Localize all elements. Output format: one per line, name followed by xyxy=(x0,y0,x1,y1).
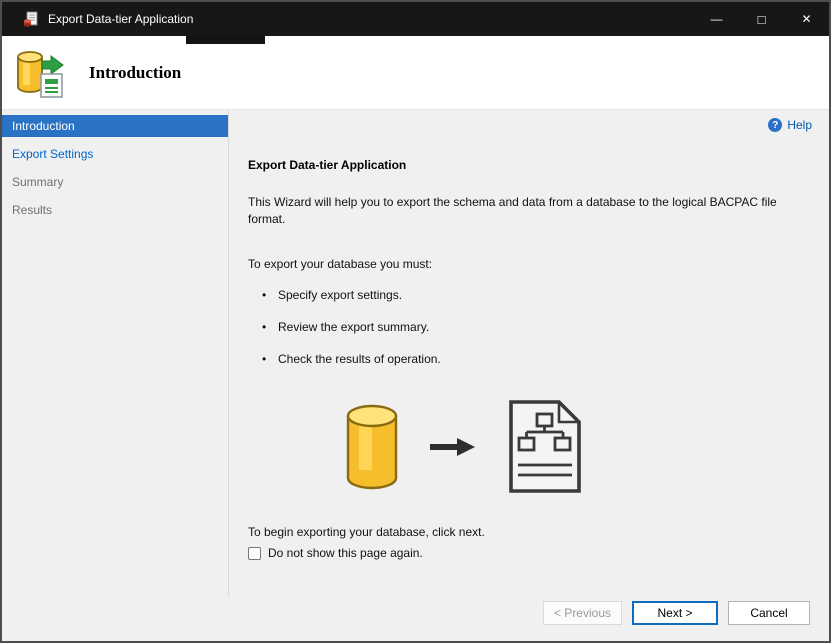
sidebar-item-introduction[interactable]: Introduction xyxy=(2,115,228,137)
next-button[interactable]: Next > xyxy=(632,601,718,625)
page-content: Export Data-tier Application This Wizard… xyxy=(229,110,829,560)
wizard-footer: < Previous Next > Cancel xyxy=(2,596,829,641)
export-illustration xyxy=(345,398,809,495)
dont-show-row: Do not show this page again. xyxy=(248,546,809,560)
export-dac-wizard-icon xyxy=(17,50,64,98)
help-icon: ? xyxy=(768,118,783,132)
cancel-button[interactable]: Cancel xyxy=(728,601,810,625)
requirements-list: Specify export settings. Review the expo… xyxy=(248,288,809,366)
wizard-window: Export Data-tier Application — □ ✕ Intro… xyxy=(0,0,831,643)
page-title: Introduction xyxy=(89,62,182,82)
dont-show-checkbox[interactable] xyxy=(248,546,261,560)
wizard-header: Introduction xyxy=(2,36,829,110)
dont-show-label: Do not show this page again. xyxy=(268,546,423,560)
window-title: Export Data-tier Application xyxy=(48,12,194,26)
list-item: Specify export settings. xyxy=(262,288,809,302)
help-label: Help xyxy=(787,118,812,132)
wizard-main-panel: ? Help Export Data-tier Application This… xyxy=(229,110,829,596)
sidebar-item-summary: Summary xyxy=(12,175,64,189)
minimize-button[interactable]: — xyxy=(694,2,739,36)
close-button[interactable]: ✕ xyxy=(784,2,829,36)
help-link[interactable]: ? Help xyxy=(768,118,812,132)
dark-strip-artifact xyxy=(186,36,265,44)
intro-paragraph: This Wizard will help you to export the … xyxy=(248,195,777,226)
arrow-right-icon xyxy=(430,437,475,456)
requirements-label: To export your database you must: xyxy=(248,257,433,271)
maximize-button[interactable]: □ xyxy=(739,2,784,36)
wizard-body: Introduction Export Settings Summary Res… xyxy=(2,110,829,596)
begin-text: To begin exporting your database, click … xyxy=(248,525,485,539)
sidebar-item-export-settings[interactable]: Export Settings xyxy=(2,143,228,165)
bacpac-document-icon xyxy=(509,400,581,493)
list-item: Review the export summary. xyxy=(262,320,809,334)
titlebar: Export Data-tier Application — □ ✕ xyxy=(2,2,829,36)
list-item: Check the results of operation. xyxy=(262,352,809,366)
database-cylinder-icon xyxy=(346,404,398,489)
content-heading: Export Data-tier Application xyxy=(248,158,407,172)
sidebar-item-results: Results xyxy=(12,203,53,217)
previous-button: < Previous xyxy=(542,601,622,625)
wizard-steps-sidebar: Introduction Export Settings Summary Res… xyxy=(2,110,229,596)
app-icon xyxy=(24,11,38,27)
